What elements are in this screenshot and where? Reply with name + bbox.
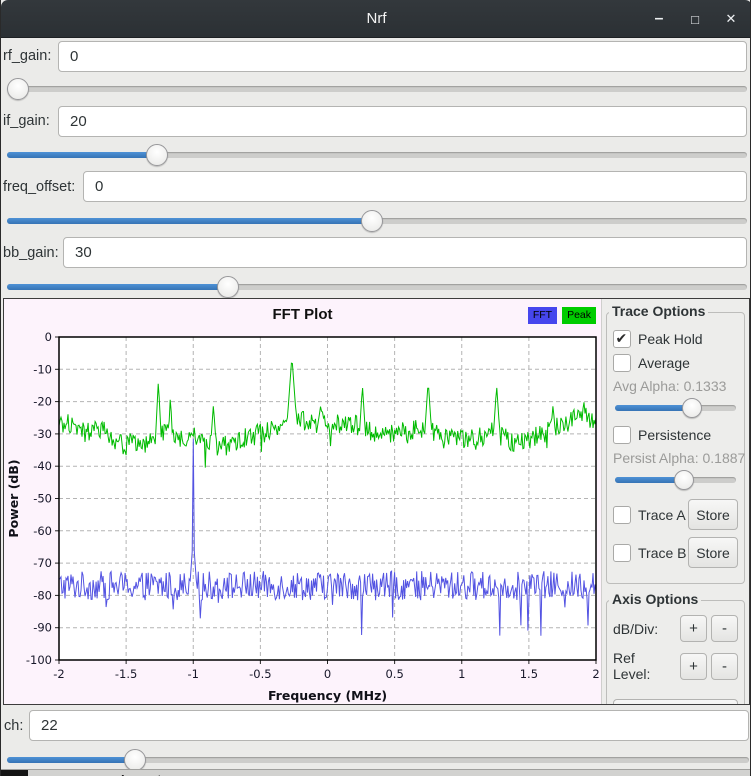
fft-plot-canvas: -2 -1.5 -1 -0.5 0 0.5 1 1.5 2 0 -10 -20 -30 -40 -50 -60… — [6, 330, 600, 703]
ch-label: ch: — [4, 718, 24, 734]
trace-a-checkbox[interactable] — [613, 505, 631, 524]
db-div-minus-button[interactable]: - — [711, 615, 738, 642]
svg-text:0: 0 — [324, 667, 331, 681]
svg-text:-40: -40 — [33, 459, 52, 473]
trace-a-label: Trace A — [638, 506, 686, 523]
svg-text:-60: -60 — [33, 524, 52, 538]
svg-text:-70: -70 — [33, 556, 52, 570]
persistence-label: Persistence — [638, 427, 712, 443]
background-text: Imports — [121, 772, 169, 776]
ref-level-plus-button[interactable]: + — [680, 652, 707, 680]
svg-text:-100: -100 — [26, 653, 52, 667]
average-checkbox[interactable] — [613, 354, 631, 372]
svg-text:Power (dB): Power (dB) — [6, 459, 21, 537]
avg-alpha-slider-handle[interactable] — [681, 398, 702, 418]
average-row[interactable]: Average — [613, 354, 738, 372]
plot-title: FFT Plot — [272, 306, 333, 323]
background-window-strip: Imports — [1, 769, 750, 776]
persist-alpha-slider[interactable] — [615, 468, 736, 492]
autoscale-button[interactable]: Autoscale — [613, 699, 738, 704]
freq-offset-label: freq_offset: — [3, 179, 76, 195]
trace-b-store-button[interactable]: Store — [688, 537, 738, 568]
avg-alpha-slider[interactable] — [615, 396, 736, 420]
persistence-row[interactable]: Persistence — [613, 426, 738, 444]
peak-hold-label: Peak Hold — [638, 331, 703, 347]
svg-text:0: 0 — [45, 330, 52, 344]
db-div-row: dB/Div: + - — [613, 615, 738, 642]
minimize-icon[interactable]: – — [648, 8, 670, 30]
ref-level-minus-button[interactable]: - — [711, 652, 738, 680]
ref-level-row: Ref Level: + - — [613, 650, 738, 682]
trace-a-row: Trace A Store — [613, 499, 738, 530]
window-title: Nrf — [366, 10, 387, 27]
freq-offset-slider-handle[interactable] — [360, 210, 383, 232]
close-icon[interactable]: ✕ — [720, 8, 742, 30]
bb-gain-slider[interactable] — [7, 275, 747, 299]
legend-fft: FFT — [527, 307, 558, 324]
svg-text:-90: -90 — [33, 621, 52, 635]
fft-plot-widget: FFT Plot FFT Peak -2 -1.5 -1 -0.5 0 0.5 1 1.5 2 0… — [4, 299, 601, 704]
if-gain-slider[interactable] — [7, 143, 747, 167]
svg-text:0.5: 0.5 — [385, 667, 403, 681]
peak-hold-checkbox[interactable] — [613, 330, 631, 348]
svg-text:1: 1 — [458, 667, 465, 681]
freq-offset-input[interactable] — [83, 171, 747, 202]
control-panel: Trace Options Peak Hold Average Avg Alph… — [601, 299, 749, 704]
svg-text:-1: -1 — [188, 667, 199, 681]
plot-legend: FFT Peak — [527, 307, 596, 324]
svg-text:-80: -80 — [33, 588, 52, 602]
persist-alpha-slider-handle[interactable] — [673, 470, 694, 490]
if-gain-label: if_gain: — [3, 113, 50, 129]
app-window: Nrf – □ ✕ rf_gain: if_gain: freq_offset:… — [0, 0, 751, 776]
trace-b-row: Trace B Store — [613, 537, 738, 568]
persistence-checkbox[interactable] — [613, 426, 631, 444]
rf-gain-label: rf_gain: — [3, 48, 52, 64]
freq-offset-slider[interactable] — [7, 209, 747, 233]
svg-text:2: 2 — [592, 667, 599, 681]
trace-options-title: Trace Options — [609, 303, 709, 319]
rf-gain-slider-handle[interactable] — [7, 78, 29, 100]
svg-text:Frequency (MHz): Frequency (MHz) — [268, 688, 387, 703]
bb-gain-label: bb_gain: — [3, 245, 59, 261]
trace-a-store-button[interactable]: Store — [688, 499, 738, 530]
svg-text:1.5: 1.5 — [520, 667, 538, 681]
trace-b-checkbox[interactable] — [613, 543, 631, 562]
trace-options-group: Trace Options Peak Hold Average Avg Alph… — [606, 303, 746, 584]
ch-input[interactable] — [29, 710, 749, 741]
svg-text:-50: -50 — [33, 492, 52, 506]
rf-gain-input[interactable] — [58, 41, 747, 72]
fft-display-section: FFT Plot FFT Peak -2 -1.5 -1 -0.5 0 0.5 1 1.5 2 0… — [3, 298, 750, 705]
bb-gain-slider-handle[interactable] — [217, 276, 240, 298]
ref-level-label: Ref Level: — [613, 650, 651, 682]
db-div-label: dB/Div: — [613, 620, 659, 637]
axis-options-group: Axis Options dB/Div: + - Ref Level: + - … — [606, 591, 745, 704]
bb-gain-input[interactable] — [63, 237, 747, 268]
maximize-icon[interactable]: □ — [684, 8, 706, 30]
average-label: Average — [638, 355, 690, 371]
if-gain-slider-handle[interactable] — [145, 144, 168, 166]
trace-b-label: Trace B — [638, 544, 687, 561]
db-div-plus-button[interactable]: + — [680, 615, 707, 642]
svg-text:-0.5: -0.5 — [249, 667, 271, 681]
svg-text:-20: -20 — [33, 395, 52, 409]
svg-text:-1.5: -1.5 — [115, 667, 137, 681]
legend-peak: Peak — [562, 307, 596, 324]
peak-hold-row[interactable]: Peak Hold — [613, 330, 738, 348]
avg-alpha-label: Avg Alpha: 0.1333 — [613, 378, 727, 394]
ch-slider-handle[interactable] — [124, 749, 147, 771]
titlebar[interactable]: Nrf – □ ✕ — [1, 0, 750, 38]
svg-text:-2: -2 — [53, 667, 64, 681]
svg-text:-10: -10 — [33, 362, 52, 376]
rf-gain-slider[interactable] — [7, 77, 747, 101]
axis-options-title: Axis Options — [609, 591, 702, 607]
svg-text:-30: -30 — [33, 427, 52, 441]
persist-alpha-label: Persist Alpha: 0.1887 — [613, 450, 746, 466]
if-gain-input[interactable] — [58, 106, 747, 137]
background-block — [1, 770, 28, 776]
